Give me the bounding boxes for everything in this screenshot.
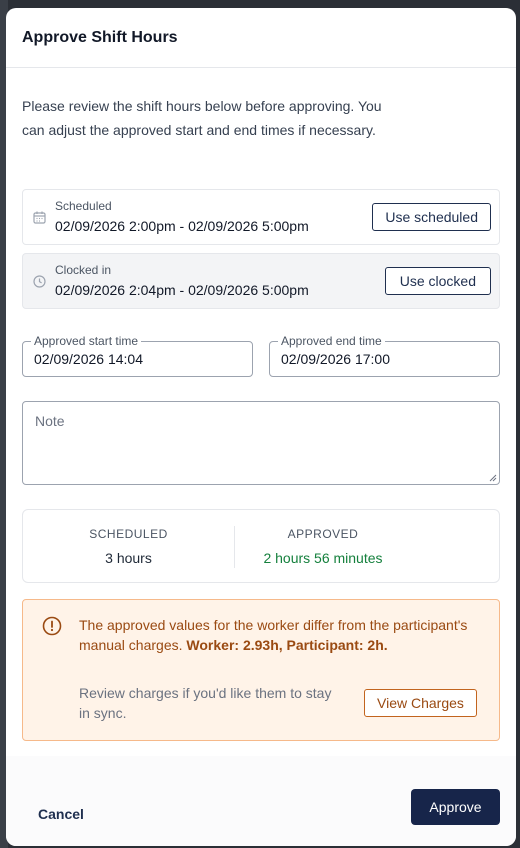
use-scheduled-button[interactable]: Use scheduled (372, 203, 491, 231)
cancel-button[interactable]: Cancel (38, 806, 84, 822)
clock-icon (23, 274, 55, 288)
use-clocked-button[interactable]: Use clocked (384, 267, 491, 295)
approve-shift-dialog: Approve Shift Hours Please review the sh… (6, 8, 516, 846)
approved-end-value[interactable]: 02/09/2026 17:00 (281, 351, 390, 367)
approve-button[interactable]: Approve (411, 789, 500, 825)
dialog-body: Please review the shift hours below befo… (6, 68, 516, 142)
resize-handle-icon[interactable] (489, 474, 497, 482)
approved-start-value[interactable]: 02/09/2026 14:04 (34, 351, 143, 367)
scheduled-card: Scheduled 02/09/2026 2:00pm - 02/09/2026… (22, 189, 500, 245)
scheduled-summary-label: SCHEDULED (89, 527, 168, 541)
approved-summary-value: 2 hours 56 minutes (263, 550, 383, 566)
alert-hint: Review charges if you'd like them to sta… (79, 685, 332, 721)
dialog-title: Approve Shift Hours (22, 28, 178, 46)
approved-start-field[interactable]: Approved start time 02/09/2026 14:04 (22, 334, 253, 377)
note-textarea[interactable]: Note (22, 401, 500, 485)
scheduled-range: 02/09/2026 2:00pm - 02/09/2026 5:00pm (55, 217, 309, 234)
scheduled-summary: SCHEDULED 3 hours (23, 526, 234, 568)
approved-end-label: Approved end time (278, 334, 385, 348)
clocked-info: Clocked in 02/09/2026 2:04pm - 02/09/202… (55, 263, 385, 300)
approved-summary: APPROVED 2 hours 56 minutes (235, 526, 411, 568)
approved-end-field[interactable]: Approved end time 02/09/2026 17:00 (269, 334, 500, 377)
view-charges-button[interactable]: View Charges (364, 689, 477, 717)
clocked-label: Clocked in (55, 262, 112, 277)
calendar-icon (23, 211, 55, 224)
note-placeholder: Note (35, 413, 65, 429)
charges-mismatch-alert: The approved values for the worker diffe… (22, 599, 500, 741)
alert-message: The approved values for the worker diffe… (79, 615, 479, 655)
scheduled-summary-value: 3 hours (105, 550, 152, 566)
alert-circle-icon (42, 616, 62, 641)
scheduled-label: Scheduled (55, 198, 112, 213)
clocked-card: Clocked in 02/09/2026 2:04pm - 02/09/202… (22, 253, 500, 309)
approved-start-label: Approved start time (31, 334, 142, 348)
intro-text: Please review the shift hours below befo… (22, 98, 382, 138)
alert-message-values: Worker: 2.93h, Participant: 2h. (186, 637, 388, 653)
scheduled-info: Scheduled 02/09/2026 2:00pm - 02/09/2026… (55, 199, 372, 236)
dialog-header: Approve Shift Hours (6, 8, 516, 68)
dialog-footer: Cancel Approve (6, 756, 516, 846)
hours-summary: SCHEDULED 3 hours APPROVED 2 hours 56 mi… (22, 509, 500, 583)
approved-summary-label: APPROVED (287, 527, 359, 541)
clocked-range: 02/09/2026 2:04pm - 02/09/2026 5:00pm (55, 281, 309, 298)
